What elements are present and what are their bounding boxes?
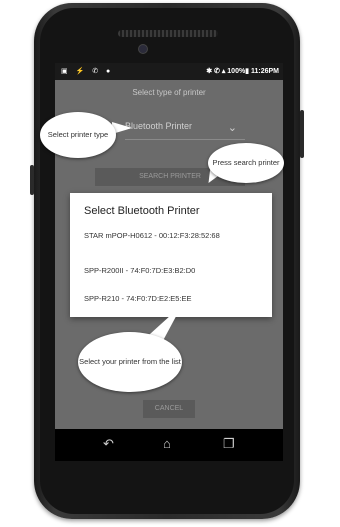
status-indicators: ✱ ✆ ▴ 100%▮ 11:26PM [206,68,279,75]
callout-list: Select your printer from the list [78,332,182,392]
callout-search: Press search printer [208,143,284,183]
screen-title: Select type of printer [132,88,206,97]
power-key [300,110,304,158]
status-bar: ▣ ⚡ ✆ ● ✱ ✆ ▴ 100%▮ 11:26PM [55,63,283,80]
earpiece-speaker [118,30,218,37]
cancel-button[interactable]: CANCEL [143,400,195,418]
device-item[interactable]: SPP-R200II - 74:F0:7D:E3:B2:D0 [84,265,264,276]
home-icon[interactable]: ⌂ [163,436,171,452]
recents-icon[interactable]: ❐ [223,436,235,452]
chevron-down-icon: ⌄ [227,122,237,134]
back-icon[interactable]: ↶ [103,436,114,452]
front-camera [138,44,148,54]
callout-printer-type: Select printer type [40,112,116,158]
bluetooth-printer-dialog: Select Bluetooth Printer STAR mPOP-H0612… [70,193,272,317]
notification-icons: ▣ ⚡ ✆ ● [61,68,114,75]
dialog-title: Select Bluetooth Printer [84,205,200,217]
device-item[interactable]: STAR mPOP-H0612 - 00:12:F3:28:52:68 [84,230,264,241]
volume-key [30,165,34,195]
printer-type-dropdown[interactable]: Bluetooth Printer ⌄ [125,121,245,140]
navigation-bar: ↶ ⌂ ❐ [55,429,283,461]
dropdown-value: Bluetooth Printer [125,121,193,131]
